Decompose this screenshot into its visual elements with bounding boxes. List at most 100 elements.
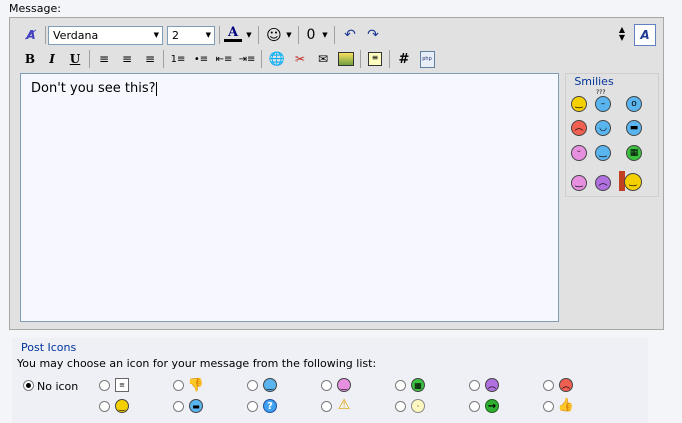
align-center-icon[interactable]: ≡ <box>116 48 138 70</box>
quote-icon[interactable]: ≡ <box>364 48 386 70</box>
post-icon-frown-icon[interactable]: ︵ <box>485 378 499 392</box>
smiley-mad-icon[interactable]: ︵ <box>571 120 587 136</box>
remove-link-icon[interactable]: ✂ <box>289 48 311 70</box>
attachment-dropdown[interactable]: ▼ <box>320 24 330 46</box>
toolbar-separator <box>163 50 164 68</box>
smiley-cool-icon[interactable]: ▬ <box>626 120 642 136</box>
radio-post-icon[interactable] <box>173 401 184 412</box>
post-icon-cool-icon[interactable]: ▬ <box>189 399 203 413</box>
font-color-dropdown[interactable]: ▼ <box>244 24 254 46</box>
post-icon-warning-icon[interactable]: ⚠ <box>337 397 351 413</box>
italic-button[interactable]: I <box>41 48 63 70</box>
indent-icon[interactable]: ⇥≡ <box>236 48 258 70</box>
align-right-icon[interactable]: ≡ <box>139 48 161 70</box>
post-icon-grin-icon[interactable]: ▦ <box>411 378 425 392</box>
font-color-button[interactable]: A <box>222 23 244 45</box>
toolbar-separator <box>360 50 361 68</box>
unordered-list-icon[interactable]: •≡ <box>190 48 212 70</box>
smiley-rolleyes-icon[interactable]: ◡ <box>595 120 611 136</box>
message-text: Don't you see this? <box>31 81 156 96</box>
post-icon-smile-icon[interactable]: ‿ <box>337 378 351 392</box>
undo-icon[interactable]: ↶ <box>339 24 361 46</box>
smilies-title: Smilies <box>574 75 614 88</box>
message-label: Message: <box>9 2 61 15</box>
insert-email-icon[interactable]: ✉ <box>312 48 334 70</box>
radio-no-icon[interactable] <box>23 380 34 391</box>
toolbar-separator <box>45 26 46 44</box>
smiley-smile-pink-icon[interactable]: ‿ <box>571 175 587 191</box>
insert-image-icon[interactable] <box>335 48 357 70</box>
toolbar-separator <box>298 26 299 44</box>
post-icon-wink-icon[interactable]: ‿ <box>263 378 277 392</box>
redo-icon[interactable]: ↷ <box>362 24 384 46</box>
message-textarea[interactable]: Don't you see this? <box>20 73 559 322</box>
smiley-dance-icon[interactable]: ‿ <box>624 173 642 191</box>
radio-post-icon[interactable] <box>247 401 258 412</box>
toolbar-separator <box>261 50 262 68</box>
post-icon-lightbulb-icon[interactable]: · <box>411 399 425 413</box>
image-glyph <box>338 52 354 66</box>
toolbar-separator <box>89 50 90 68</box>
post-icon-arrow-icon[interactable]: → <box>485 399 499 413</box>
php-icon: php <box>419 50 435 68</box>
radio-post-icon[interactable] <box>543 401 554 412</box>
radio-post-icon[interactable] <box>321 380 332 391</box>
post-icon-question-icon[interactable]: ? <box>263 399 277 413</box>
post-icon-mad-icon[interactable]: ︵ <box>559 378 573 392</box>
size-select-value: 2 <box>172 29 179 42</box>
smiley-grin-icon[interactable]: ▦ <box>626 145 642 161</box>
smiley-tongue-icon[interactable]: ᵕ <box>571 145 587 161</box>
radio-post-icon[interactable] <box>321 401 332 412</box>
align-left-icon[interactable]: ≡ <box>93 48 115 70</box>
radio-post-icon[interactable] <box>543 380 554 391</box>
radio-post-icon[interactable] <box>395 380 406 391</box>
php-button[interactable]: php <box>416 48 438 70</box>
font-color-icon: A <box>227 25 239 40</box>
code-hash-button[interactable]: # <box>393 48 415 70</box>
smiley-frown-icon[interactable]: ︵ <box>595 175 611 191</box>
quote-glyph: ≡ <box>368 52 382 66</box>
insert-link-icon[interactable]: 🌐 <box>266 48 288 70</box>
switch-mode-icon: A <box>640 28 650 42</box>
radio-post-icon[interactable] <box>99 401 110 412</box>
font-select-value: Verdana <box>53 29 99 42</box>
post-icon-document-icon[interactable]: ≡ <box>115 378 129 392</box>
radio-post-icon[interactable] <box>99 380 110 391</box>
radio-post-icon[interactable] <box>247 380 258 391</box>
color-bar <box>224 39 242 42</box>
post-icon-thumbs-down-icon[interactable]: 👎 <box>188 378 204 393</box>
size-select[interactable]: 2 ▼ <box>167 26 215 45</box>
smiley-dropdown[interactable]: ▼ <box>284 24 294 46</box>
radio-post-icon[interactable] <box>469 380 480 391</box>
chevron-down-icon: ▼ <box>205 31 211 39</box>
bold-button[interactable]: B <box>19 48 41 70</box>
attachment-icon[interactable]: 0 <box>300 24 322 46</box>
smiley-icon[interactable]: ☺ <box>263 24 285 46</box>
confused-text: ??? <box>596 89 606 96</box>
smiley-wink-icon[interactable]: ‿ <box>595 145 611 161</box>
ordered-list-icon[interactable]: 1≡ <box>167 48 189 70</box>
resize-arrows-icon[interactable]: ▲ ▼ <box>611 23 633 45</box>
smiley-confused-icon[interactable]: – <box>595 96 611 112</box>
toolbar-separator <box>219 26 220 44</box>
no-icon-label: No icon <box>37 380 79 393</box>
smiley-eek-icon[interactable]: o <box>626 96 642 112</box>
smiley-happy-icon[interactable]: ‿ <box>571 96 587 112</box>
outdent-icon[interactable]: ⇤≡ <box>213 48 235 70</box>
radio-post-icon[interactable] <box>395 401 406 412</box>
radio-post-icon[interactable] <box>469 401 480 412</box>
text-cursor <box>155 81 157 96</box>
switch-mode-button[interactable]: A <box>634 24 656 46</box>
post-icon-happy-icon[interactable]: ‿ <box>115 399 129 413</box>
post-icons-description: You may choose an icon for your message … <box>17 357 377 370</box>
underline-button[interactable]: U <box>64 48 86 70</box>
chevron-down-icon: ▼ <box>153 31 159 39</box>
remove-format-icon[interactable]: A̸ <box>20 24 42 46</box>
radio-post-icon[interactable] <box>173 380 184 391</box>
toolbar-separator <box>389 50 390 68</box>
post-icon-thumbs-up-icon[interactable]: 👍 <box>558 398 574 413</box>
font-select[interactable]: Verdana ▼ <box>48 26 163 45</box>
toolbar-separator <box>334 26 335 44</box>
toolbar-separator <box>258 26 259 44</box>
post-icons-title: Post Icons <box>21 341 77 354</box>
